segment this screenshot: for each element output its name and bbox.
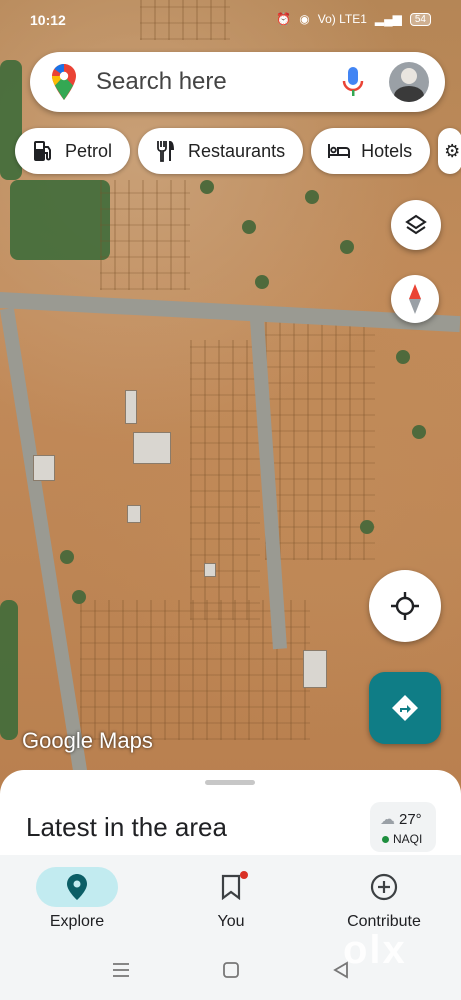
add-circle-icon [370, 873, 398, 901]
compass-button[interactable] [391, 275, 439, 323]
sheet-title: Latest in the area [26, 812, 227, 842]
settings-icon: ⚙ [444, 140, 461, 161]
tree-cluster [0, 600, 18, 740]
volte-icon: Vo) LTE1 [317, 12, 367, 26]
directions-button[interactable] [369, 672, 441, 744]
weather-temp: ☁ 27° [380, 810, 422, 829]
building [127, 505, 141, 523]
recent-apps-icon[interactable] [112, 961, 130, 979]
aqi-label: NAQI [393, 832, 423, 846]
temperature-value: 27° [399, 810, 422, 828]
google-maps-pin-icon [52, 64, 76, 100]
alarm-icon: ⏰ [276, 12, 292, 26]
chip-restaurants[interactable]: Restaurants [138, 128, 304, 174]
tab-label: You [217, 913, 245, 930]
tab-icon-wrap [190, 867, 272, 907]
weather-widget[interactable]: ☁ 27° NAQI [370, 802, 436, 852]
layers-button[interactable] [391, 200, 441, 250]
map-attribution: Google Maps [22, 728, 153, 753]
compass-icon [409, 284, 421, 314]
tree [60, 550, 74, 564]
building [125, 390, 137, 424]
building [133, 432, 171, 464]
category-chips: Petrol Restaurants Hotels ⚙ [15, 128, 461, 174]
field-plot [190, 340, 260, 620]
tree [340, 240, 354, 254]
search-input[interactable]: Search here [96, 68, 341, 96]
signal-icon: ▂▄▆ [374, 12, 402, 26]
chip-label: Hotels [361, 140, 413, 161]
tree [412, 425, 426, 439]
avatar[interactable] [389, 62, 429, 102]
chip-label: Restaurants [188, 140, 286, 161]
field-plot [265, 320, 375, 560]
chip-petrol[interactable]: Petrol [15, 128, 131, 174]
building [33, 455, 55, 481]
home-icon[interactable] [222, 961, 240, 979]
location-icon: ◉ [299, 12, 310, 26]
status-bar: 10:12 ⏰ ◉ Vo) LTE1 ▂▄▆ 54 [0, 0, 461, 40]
tree [242, 220, 256, 234]
crosshair-icon [391, 592, 419, 620]
tab-explore[interactable]: Explore [0, 855, 154, 945]
status-icons: ⏰ ◉ Vo) LTE1 ▂▄▆ 54 [276, 12, 431, 26]
tree-cluster [10, 180, 110, 260]
chip-hotels[interactable]: Hotels [311, 128, 431, 174]
building [303, 650, 327, 688]
field-plot [100, 180, 190, 290]
tree [255, 275, 269, 289]
battery-icon: 54 [409, 12, 431, 26]
chip-more[interactable]: ⚙ [438, 128, 461, 174]
tree [72, 590, 86, 604]
my-location-button[interactable] [369, 570, 441, 642]
aqi-status-dot [382, 835, 389, 843]
tree [200, 180, 214, 194]
bottom-sheet[interactable]: Latest in the area ☁ 27° NAQI [0, 770, 461, 860]
tree [396, 350, 410, 364]
status-time: 10:12 [30, 12, 66, 28]
location-pin-icon [67, 874, 87, 900]
gas-station-icon [31, 139, 55, 163]
chip-label: Petrol [65, 140, 113, 161]
cloud-icon: ☁ [380, 811, 395, 828]
cutlery-icon [154, 139, 178, 163]
air-quality: NAQI [382, 832, 422, 846]
avatar-body [394, 86, 424, 102]
building [204, 563, 216, 577]
directions-icon [392, 695, 418, 721]
tab-active-indicator [36, 867, 118, 907]
tree [305, 190, 319, 204]
bookmark-icon [221, 874, 241, 900]
olx-watermark: olx [343, 928, 407, 972]
microphone-icon[interactable] [341, 67, 365, 97]
tree [360, 520, 374, 534]
layers-icon [405, 214, 427, 235]
bed-icon [327, 139, 351, 163]
search-bar[interactable]: Search here [30, 52, 445, 112]
drag-handle[interactable] [205, 780, 255, 785]
avatar-head [401, 68, 417, 84]
notification-dot [240, 871, 248, 879]
tab-icon-wrap [343, 867, 425, 907]
tab-you[interactable]: You [154, 855, 308, 945]
tab-label: Explore [49, 913, 105, 930]
